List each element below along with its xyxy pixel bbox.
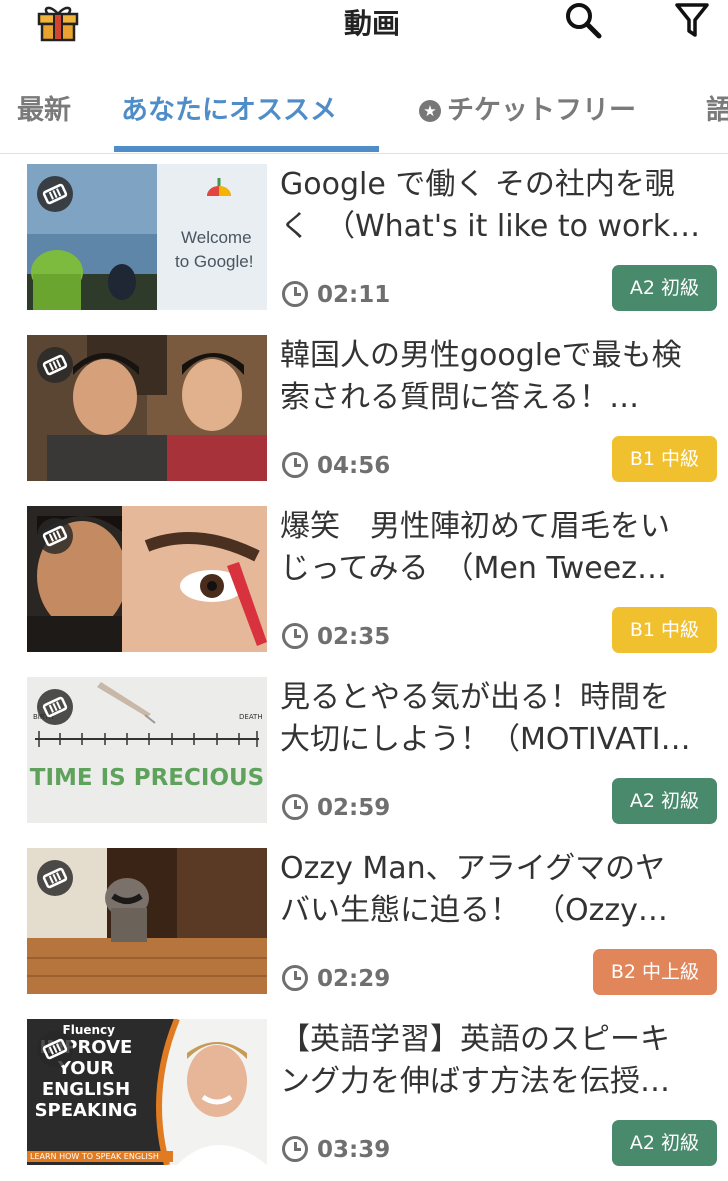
video-title: 見るとやる気が出る！時間を 大切にしよう！（MOTIVATI… <box>280 680 691 757</box>
video-duration: 02:29 <box>282 964 390 994</box>
tab-recommended[interactable]: あなたにオススメ <box>121 88 337 127</box>
ticket-icon <box>37 176 73 212</box>
video-duration: 02:59 <box>282 793 390 823</box>
thumbnail-caption: TIME IS PRECIOUS <box>29 765 265 791</box>
video-item[interactable]: Ozzy Man、アライグマのヤ バい生態に迫る！ （Ozzy… 02:29 B2… <box>0 839 728 1010</box>
level-badge: A2 初級 <box>611 778 717 824</box>
active-tab-indicator <box>114 146 379 152</box>
tab-ticket-free[interactable]: ★ チケットフリー <box>419 88 636 127</box>
level-badge: A2 初級 <box>611 1120 717 1166</box>
ticket-icon <box>37 347 73 383</box>
ticket-icon <box>37 689 73 725</box>
video-thumbnail <box>27 848 267 994</box>
clock-icon <box>282 452 308 478</box>
level-badge: A2 初級 <box>611 265 717 311</box>
filter-icon[interactable] <box>674 0 710 40</box>
video-duration: 02:11 <box>282 280 390 310</box>
ticket-icon <box>37 518 73 554</box>
video-duration: 03:39 <box>282 1135 390 1165</box>
video-thumbnail: TIME IS PRECIOUS BIRTH DEATH <box>27 677 267 823</box>
video-title: 【英語学習】英語のスピーキ ング力を伸ばす方法を伝授… <box>280 1022 670 1099</box>
video-item[interactable]: Fluency IMPROVE YOUR ENGLISH SPEAKING LE… <box>0 1010 728 1181</box>
level-badge: B2 中上級 <box>592 949 717 995</box>
video-title: 韓国人の男性googleで最も検 索される質問に答える！… <box>280 338 682 415</box>
video-thumbnail <box>27 335 267 481</box>
clock-icon <box>282 965 308 991</box>
page-title: 動画 <box>343 7 400 40</box>
ticket-icon <box>37 1031 73 1067</box>
tab-language[interactable]: 語 <box>706 88 728 127</box>
clock-icon <box>282 794 308 820</box>
thumbnail-caption: Welcome to Google! <box>175 228 254 271</box>
video-duration: 04:56 <box>282 451 390 481</box>
level-badge: B1 中級 <box>611 436 717 482</box>
tab-latest[interactable]: 最新 <box>17 88 71 127</box>
level-badge: B1 中級 <box>611 607 717 653</box>
video-title: Google で働く その社内を覗く （What's it like to wo… <box>280 167 701 244</box>
thumbnail-subcaption: LEARN HOW TO SPEAK ENGLISH <box>27 1151 173 1162</box>
video-thumbnail <box>27 506 267 652</box>
search-icon[interactable] <box>563 0 603 40</box>
star-icon: ★ <box>419 100 441 122</box>
video-item[interactable]: Welcome to Google! Google で働く その社内を覗く （W… <box>0 155 728 326</box>
ticket-icon <box>37 860 73 896</box>
video-title: Ozzy Man、アライグマのヤ バい生態に迫る！ （Ozzy… <box>280 851 668 928</box>
video-title: 爆笑 男性陣初めて眉毛をい じってみる （Men Tweez… <box>280 509 670 586</box>
video-item[interactable]: 韓国人の男性googleで最も検 索される質問に答える！… 04:56 B1 中級 <box>0 326 728 497</box>
clock-icon <box>282 623 308 649</box>
video-thumbnail: Fluency IMPROVE YOUR ENGLISH SPEAKING LE… <box>27 1019 267 1165</box>
clock-icon <box>282 281 308 307</box>
tab-bar: 最新 あなたにオススメ ★ チケットフリー 語 <box>0 78 728 154</box>
thumbnail-label-death: DEATH <box>239 713 263 721</box>
app-header: 動画 <box>0 0 728 50</box>
video-thumbnail: Welcome to Google! <box>27 164 267 310</box>
video-item[interactable]: TIME IS PRECIOUS BIRTH DEATH 見るとやる気が出る！時… <box>0 668 728 839</box>
clock-icon <box>282 1136 308 1162</box>
video-duration: 02:35 <box>282 622 390 652</box>
video-item[interactable]: 爆笑 男性陣初めて眉毛をい じってみる （Men Tweez… 02:35 B1 … <box>0 497 728 668</box>
